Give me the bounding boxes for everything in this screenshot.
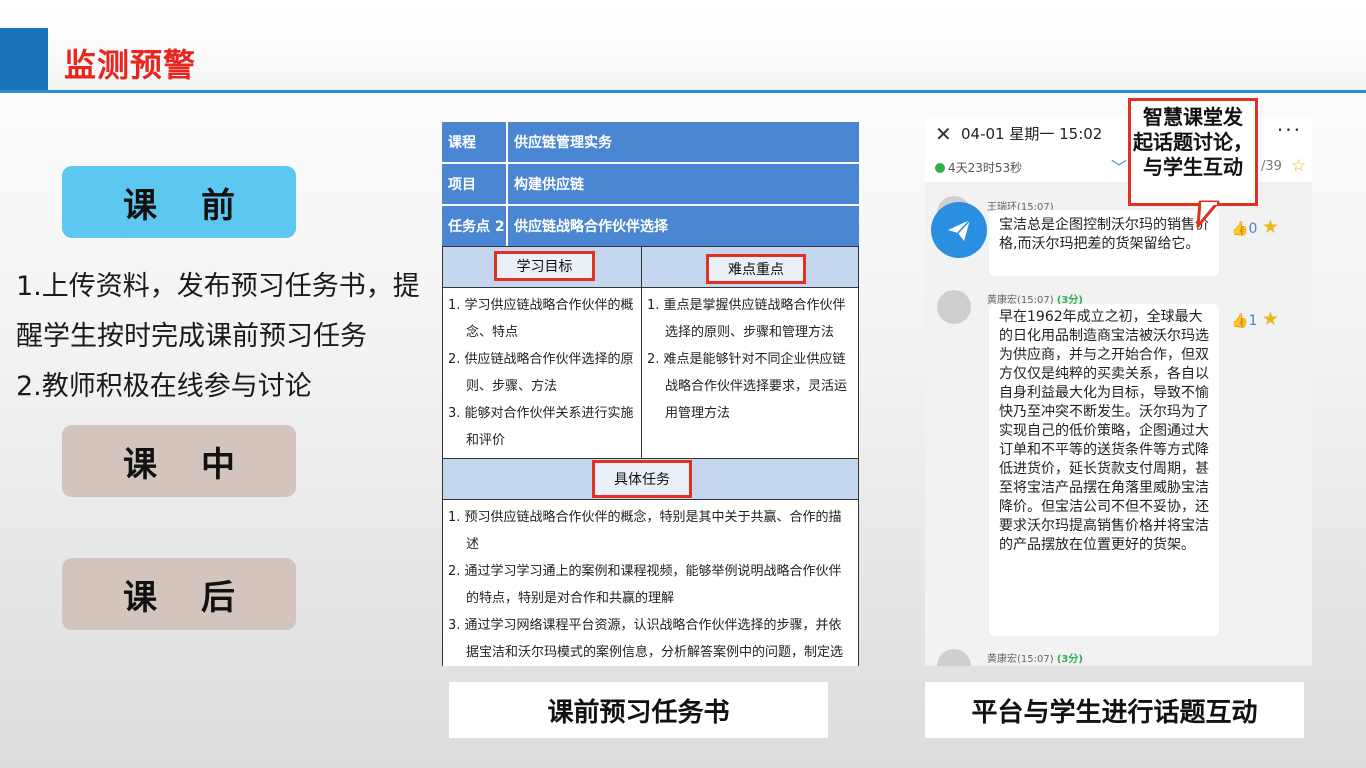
goals-heading: 学习目标 [494, 251, 595, 281]
author-name: 黄康宏(15:07) [987, 654, 1054, 665]
task-item: 2. 通过学习学习通上的案例和课程视频，能够举例说明战略合作伙伴的特点，特别是对… [448, 564, 842, 606]
more-icon[interactable]: ··· [1277, 118, 1302, 142]
doc-row-task: 任务点 2 供应链战略合作伙伴选择 [442, 206, 859, 248]
close-icon[interactable]: ✕ [935, 122, 952, 146]
star-outline-icon[interactable]: ☆ [1291, 156, 1306, 176]
goal-item: 3. 能够对合作伙伴关系进行实施和评价 [448, 406, 634, 448]
send-fab-button[interactable] [931, 202, 987, 258]
doc-row-course: 课程 供应链管理实务 [442, 122, 859, 164]
focus-list: 1. 重点是掌握供应链战略合作伙伴选择的原则、步骤和管理方法 2. 难点是能够针… [647, 292, 855, 427]
callout-tail [1196, 200, 1220, 228]
doc-key: 课程 [442, 122, 508, 162]
doc-value: 供应链管理实务 [514, 135, 612, 151]
doc-key: 任务点 2 [442, 206, 508, 246]
description-line-2: 醒学生按时完成课前预习任务 [16, 321, 367, 352]
title-bar [0, 28, 1366, 92]
task-item: 1. 预习供应链战略合作伙伴的概念，特别是其中关于共赢、合作的描述 [448, 510, 842, 552]
tasks-list: 1. 预习供应链战略合作伙伴的概念，特别是其中关于共赢、合作的描述 2. 通过学… [448, 504, 854, 666]
chat-date: 04-01 星期一 15:02 [961, 125, 1103, 143]
goals-list: 1. 学习供应链战略合作伙伴的概念、特点 2. 供应链战略合作伙伴选择的原则、步… [448, 292, 638, 454]
callout-line: 智慧课堂发 [1143, 105, 1243, 129]
thumbs-up-icon[interactable]: 👍 [1231, 221, 1248, 237]
star-icon[interactable]: ★ [1262, 216, 1279, 238]
callout-line: 与学生互动 [1143, 155, 1243, 179]
page-title: 监测预警 [64, 46, 197, 84]
focus-item: 1. 重点是掌握供应链战略合作伙伴选择的原则、步骤和管理方法 [647, 298, 846, 340]
description-line-1: 1.上传资料，发布预习任务书，提 [16, 271, 420, 302]
clock-icon [935, 163, 945, 173]
title-divider [0, 90, 1366, 93]
focus-item: 2. 难点是能够针对不同企业供应链战略合作伙伴选择要求，灵活运用管理方法 [647, 352, 848, 421]
task-item: 3. 通过学习网络课程平台资源，认识战略合作伙伴选择的步骤，并依据宝洁和沃尔玛模… [448, 618, 844, 660]
like-count: 1 [1248, 313, 1258, 329]
column-divider [641, 288, 642, 458]
caption-task-doc: 课前预习任务书 [449, 682, 828, 738]
timer-text: 4天23时53秒 [948, 161, 1023, 175]
caption-chat: 平台与学生进行话题互动 [925, 682, 1304, 738]
paper-plane-icon [948, 219, 971, 241]
doc-key: 项目 [442, 164, 508, 204]
description-line-3: 2.教师积极在线参与讨论 [16, 371, 312, 402]
callout-line: 起话题讨论， [1133, 130, 1253, 154]
star-icon[interactable]: ★ [1262, 308, 1279, 330]
post-author: 黄康宏(15:07) (3分) [987, 650, 1083, 665]
goal-item: 1. 学习供应链战略合作伙伴的概念、特点 [448, 298, 634, 340]
doc-row-project: 项目 构建供应链 [442, 164, 859, 206]
title-accent-block [0, 28, 48, 92]
stage-after-button[interactable]: 课后 [62, 558, 296, 630]
tasks-heading: 具体任务 [592, 460, 692, 498]
chevron-down-icon[interactable]: ﹀ [1111, 154, 1127, 178]
thumbs-up-icon[interactable]: 👍 [1231, 313, 1248, 329]
doc-value: 构建供应链 [514, 177, 584, 193]
task-document: 课程 供应链管理实务 项目 构建供应链 任务点 2 供应链战略合作伙伴选择 学习… [442, 120, 859, 666]
avatar[interactable] [937, 290, 971, 324]
callout-box: 智慧课堂发 起话题讨论， 与学生互动 [1128, 98, 1258, 206]
points-badge: (3分) [1056, 654, 1083, 665]
stage-before-button[interactable]: 课前 [62, 166, 296, 238]
like-count: 0 [1248, 221, 1258, 237]
focus-heading: 难点重点 [706, 254, 806, 284]
stage-during-button[interactable]: 课中 [62, 425, 296, 497]
post-likes[interactable]: 👍1 ★ [1231, 308, 1279, 330]
page-indicator: /39 [1261, 159, 1282, 174]
doc-value: 供应链战略合作伙伴选择 [514, 219, 668, 235]
countdown-timer: 4天23时53秒 [935, 159, 1022, 176]
post-bubble: 早在1962年成立之初，全球最大的日化用品制造商宝洁被沃尔玛选为供应商，并与之开… [989, 304, 1219, 636]
avatar[interactable] [937, 649, 971, 666]
goal-item: 2. 供应链战略合作伙伴选择的原则、步骤、方法 [448, 352, 634, 394]
post-likes[interactable]: 👍0 ★ [1231, 216, 1279, 238]
post-bubble: 宝洁总是企图控制沃尔玛的销售价格,而沃尔玛把差的货架留给它。 [989, 210, 1219, 276]
